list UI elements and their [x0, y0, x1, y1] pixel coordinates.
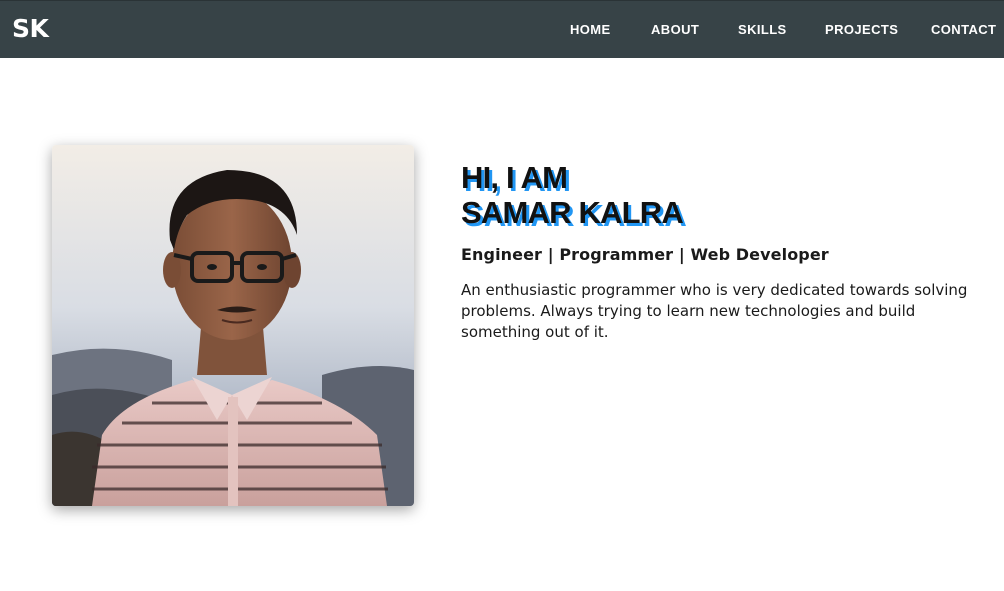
nav-link-skills[interactable]: SKILLS	[738, 22, 787, 38]
hero-subtitle: Engineer | Programmer | Web Developer	[461, 245, 829, 264]
nav-link-contact[interactable]: CONTACT	[931, 22, 996, 38]
profile-photo	[52, 145, 414, 506]
greeting-line: HI, I AM	[461, 160, 568, 195]
navbar: SK HOME ABOUT SKILLS PROJECTS CONTACT	[0, 0, 1004, 58]
name-line: SAMAR KALRA	[461, 195, 684, 230]
hero-description: An enthusiastic programmer who is very d…	[461, 281, 968, 341]
hero-heading: HI, I AM SAMAR KALRA	[461, 160, 684, 230]
nav-link-about[interactable]: ABOUT	[651, 22, 699, 38]
site-logo[interactable]: SK	[12, 14, 49, 44]
nav-link-projects[interactable]: PROJECTS	[825, 22, 898, 38]
nav-link-home[interactable]: HOME	[570, 22, 611, 38]
